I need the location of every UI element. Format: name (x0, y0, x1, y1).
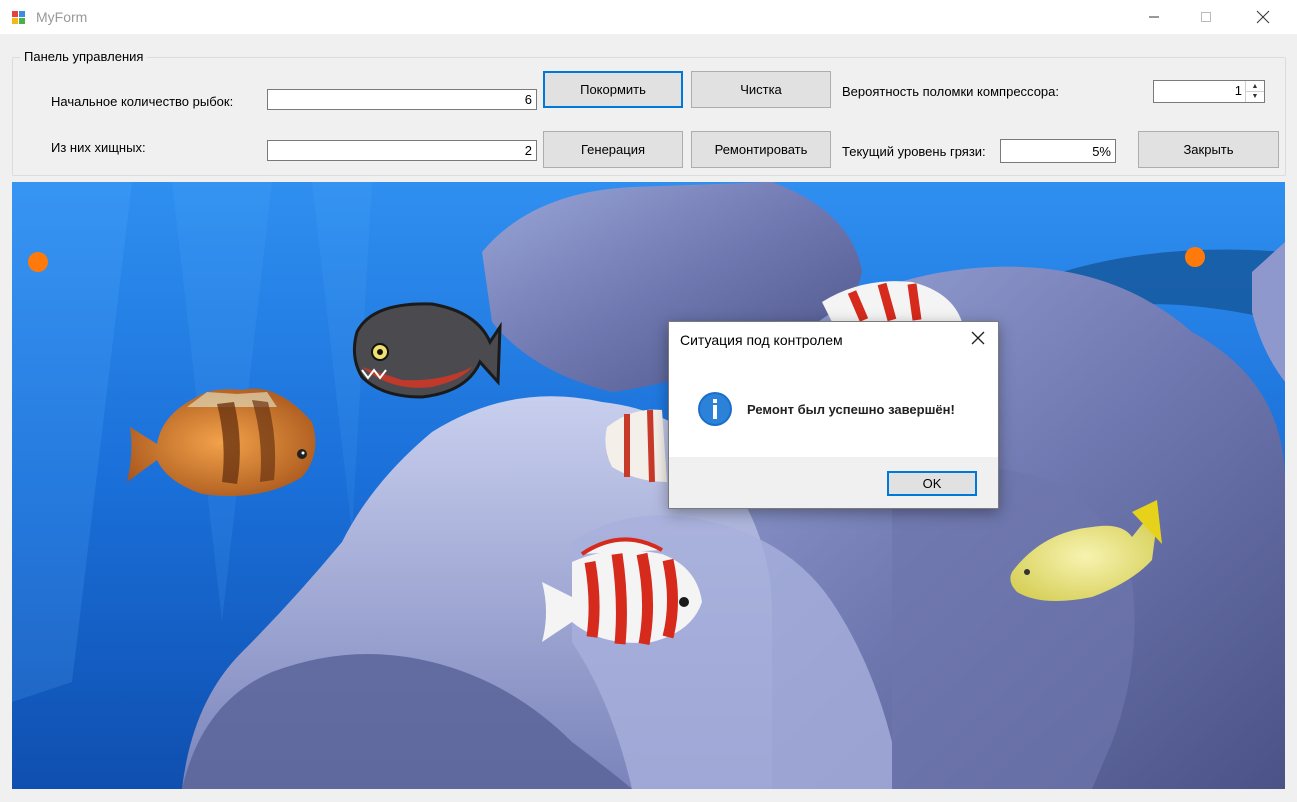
stepper-down-icon[interactable]: ▼ (1246, 91, 1264, 101)
food-pellet-2 (1185, 247, 1205, 267)
initial-count-label: Начальное количество рыбок: (51, 94, 234, 109)
ok-button[interactable]: OK (887, 471, 977, 496)
predators-input[interactable]: 2 (267, 140, 537, 161)
minimize-icon (1149, 16, 1159, 18)
title-bar[interactable]: MyForm (0, 0, 1297, 34)
predators-label: Из них хищных: (51, 140, 146, 155)
main-window: MyForm Панель управления Начальное колич… (0, 0, 1297, 802)
close-icon (971, 331, 985, 345)
compressor-stepper[interactable]: 1 ▲ ▼ (1153, 80, 1265, 103)
maximize-button[interactable] (1183, 0, 1229, 34)
food-pellet-1 (28, 252, 48, 272)
dialog-message: Ремонт был успешно завершён! (747, 402, 955, 417)
compressor-label: Вероятность поломки компрессора: (842, 84, 1059, 99)
dirt-level-field[interactable]: 5% (1000, 139, 1116, 163)
repair-button[interactable]: Ремонтировать (691, 131, 831, 168)
app-icon (12, 11, 25, 24)
minimize-button[interactable] (1131, 0, 1177, 34)
close-window-button[interactable] (1240, 0, 1286, 34)
aquarium-scene (12, 182, 1285, 789)
message-dialog[interactable]: Ситуация под контролем Ремонт был успешн… (668, 321, 999, 509)
window-title: MyForm (36, 9, 88, 25)
maximize-icon (1201, 12, 1211, 22)
dirt-label: Текущий уровень грязи: (842, 144, 986, 159)
dialog-title: Ситуация под контролем (680, 332, 843, 348)
feed-button[interactable]: Покормить (543, 71, 683, 108)
compressor-value: 1 (1234, 83, 1242, 98)
control-panel-legend: Панель управления (20, 49, 148, 64)
initial-count-input[interactable]: 6 (267, 89, 537, 110)
generate-button[interactable]: Генерация (543, 131, 683, 168)
stepper-arrows: ▲ ▼ (1245, 81, 1264, 102)
info-icon (698, 392, 732, 426)
close-button[interactable]: Закрыть (1138, 131, 1279, 168)
clean-button[interactable]: Чистка (691, 71, 831, 108)
close-icon (1256, 10, 1270, 24)
aquarium-view[interactable] (12, 182, 1285, 789)
dialog-close-button[interactable] (968, 328, 988, 348)
